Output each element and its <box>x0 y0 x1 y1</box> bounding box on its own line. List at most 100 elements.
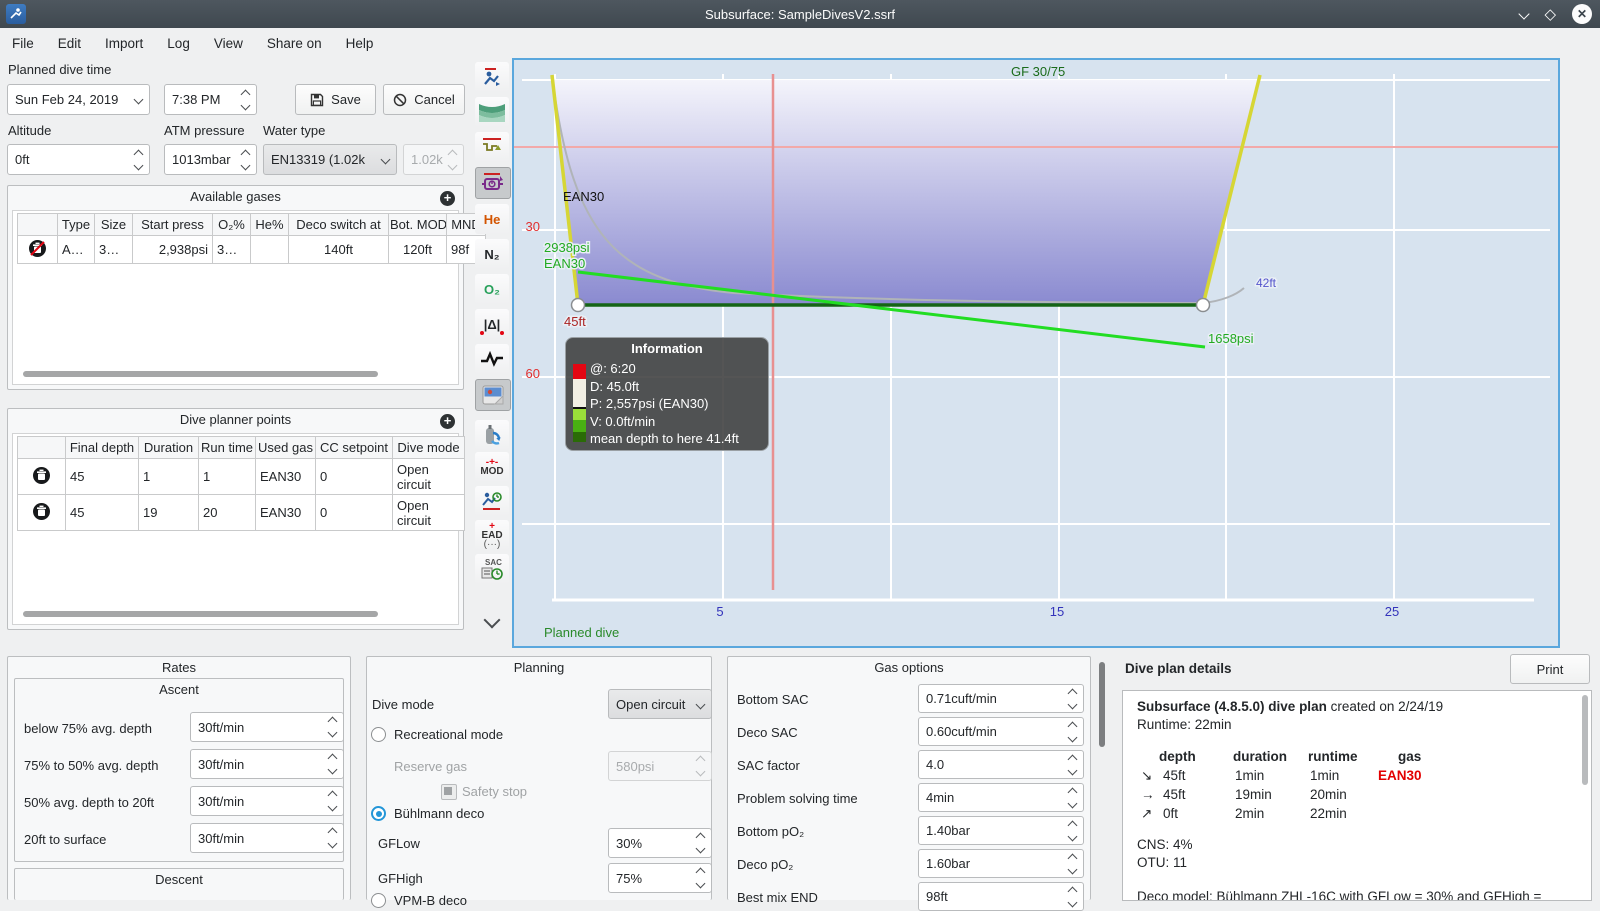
water-salinity-button[interactable] <box>475 97 509 127</box>
bottom-panel-scrollbar[interactable] <box>1099 662 1105 747</box>
delete-point-button[interactable] <box>17 494 66 531</box>
profile-handle[interactable] <box>1195 297 1211 313</box>
toolbar-scroll-down-button[interactable] <box>475 605 509 635</box>
points-horizontal-scrollbar[interactable] <box>23 611 378 617</box>
close-icon[interactable]: ✕ <box>1572 4 1592 24</box>
altitude-value: 0ft <box>15 152 30 167</box>
final-depth-cell[interactable]: 45 <box>65 458 139 495</box>
altitude-stepper[interactable]: 0ft <box>7 144 150 175</box>
menu-share-on[interactable]: Share on <box>255 36 334 51</box>
depth-tick-60: 60 <box>526 366 540 381</box>
dive-mode-select[interactable]: Open circuit <box>608 689 712 719</box>
ascent-rate-1-stepper[interactable]: 30ft/min <box>190 712 344 742</box>
run-time-cell[interactable]: 1 <box>198 458 256 495</box>
run-time-cell[interactable]: 20 <box>198 494 256 531</box>
ascent-rate-3-stepper[interactable]: 30ft/min <box>190 786 344 816</box>
safety-stop-checkbox <box>441 784 457 800</box>
gas-size-cell[interactable]: 3… <box>94 235 133 264</box>
mod-button[interactable]: -+- MOD <box>475 452 509 482</box>
menu-bar: File Edit Import Log View Share on Help <box>0 28 1600 58</box>
sac-factor-stepper[interactable]: 4.0 <box>918 750 1084 779</box>
o2-graph-button[interactable]: O₂ <box>475 274 509 304</box>
dive-mode-cell[interactable]: Open circuit <box>392 458 465 495</box>
time-stepper[interactable]: 7:38 PM <box>164 84 257 115</box>
deco-sac-stepper[interactable]: 0.60cuft/min <box>918 717 1084 746</box>
menu-help[interactable]: Help <box>334 36 386 51</box>
gas-bot-mod-cell[interactable]: 120ft <box>388 235 447 264</box>
cc-setpoint-cell[interactable]: 0 <box>315 458 393 495</box>
profile-settings-button[interactable] <box>475 62 509 92</box>
water-type-select[interactable]: EN13319 (1.02k <box>263 144 397 175</box>
chevron-down-icon <box>380 154 396 165</box>
heart-rate-button[interactable] <box>475 344 509 374</box>
delete-gas-button[interactable] <box>17 235 58 264</box>
menu-edit[interactable]: Edit <box>46 36 93 51</box>
point-row: 45 1 1 EAN30 0 Open circuit <box>17 458 465 495</box>
delete-point-button[interactable] <box>17 458 66 495</box>
menu-log[interactable]: Log <box>155 36 202 51</box>
minimize-icon[interactable] <box>1518 5 1531 23</box>
dive-duration-button[interactable] <box>475 486 509 516</box>
ascent-rate-4-stepper[interactable]: 30ft/min <box>190 823 344 853</box>
used-gas-cell[interactable]: EAN30 <box>255 494 316 531</box>
plan-depth: 45ft <box>1163 768 1186 783</box>
final-depth-cell[interactable]: 45 <box>65 494 139 531</box>
date-select[interactable]: Sun Feb 24, 2019 <box>7 84 150 115</box>
menu-view[interactable]: View <box>202 36 255 51</box>
cancel-icon <box>394 93 407 106</box>
recreational-mode-label: Recreational mode <box>394 727 504 742</box>
col-gas-delete <box>17 213 58 236</box>
duration-cell[interactable]: 1 <box>138 458 199 495</box>
vpmb-deco-radio[interactable] <box>371 893 386 908</box>
print-button[interactable]: Print <box>1510 654 1590 684</box>
gases-horizontal-scrollbar[interactable] <box>23 371 378 377</box>
cancel-button[interactable]: Cancel <box>383 84 465 115</box>
he-graph-button[interactable]: He <box>475 204 509 234</box>
gflow-stepper[interactable]: 30% <box>608 828 712 858</box>
add-point-button[interactable]: + <box>440 414 455 429</box>
profile-handle[interactable] <box>570 297 586 313</box>
gfhigh-stepper[interactable]: 75% <box>608 863 712 893</box>
atm-pressure-stepper[interactable]: 1013mbar <box>164 144 257 175</box>
salinity-stepper: 1.02k <box>403 144 464 175</box>
ead-button[interactable]: + EAD (···) <box>475 520 509 550</box>
gas-o2-cell[interactable]: 3… <box>212 235 251 264</box>
ceiling-button[interactable] <box>475 132 509 162</box>
cancel-label: Cancel <box>414 92 455 107</box>
add-gas-button[interactable]: + <box>440 191 455 206</box>
gas-he-cell[interactable] <box>250 235 289 264</box>
sac-button[interactable]: SAC <box>475 554 509 584</box>
problem-solving-time-stepper[interactable]: 4min <box>918 783 1084 812</box>
tank-bar-button[interactable] <box>475 167 511 199</box>
gas-change-button[interactable] <box>475 420 509 450</box>
descent-title: Descent <box>155 872 203 887</box>
ascent-rate-2-stepper[interactable]: 30ft/min <box>190 749 344 779</box>
ascent-title: Ascent <box>159 682 199 697</box>
col-duration: Duration <box>138 436 199 459</box>
gas-deco-switch-cell[interactable]: 140ft <box>288 235 389 264</box>
gas-type-cell[interactable]: A… <box>57 235 95 264</box>
buhlmann-deco-radio[interactable] <box>371 806 386 821</box>
gas-start-press-cell[interactable]: 2,938psi <box>132 235 213 264</box>
recreational-mode-radio[interactable] <box>371 727 386 742</box>
gf-label: GF 30/75 <box>1011 64 1065 79</box>
stepper-arrows-icon <box>327 827 343 849</box>
best-mix-end-stepper[interactable]: 98ft <box>918 882 1084 911</box>
dive-profile-chart[interactable]: GF 30/75 EAN30 30 60 2938psi EAN30 1658p… <box>512 58 1560 648</box>
tissue-delta-button[interactable]: |Δ| <box>475 309 509 339</box>
plan-details-scrollbar[interactable] <box>1582 695 1588 785</box>
maximize-icon[interactable]: ◇ <box>1544 7 1556 22</box>
save-button[interactable]: Save <box>295 84 376 115</box>
cc-setpoint-cell[interactable]: 0 <box>315 494 393 531</box>
bottom-sac-stepper[interactable]: 0.71cuft/min <box>918 684 1084 713</box>
n2-graph-button[interactable]: N₂ <box>475 239 509 269</box>
used-gas-cell[interactable]: EAN30 <box>255 458 316 495</box>
menu-file[interactable]: File <box>0 36 46 51</box>
deco-po2-stepper[interactable]: 1.60bar <box>918 849 1084 878</box>
photos-button[interactable] <box>475 379 511 411</box>
best-mix-end-label: Best mix END <box>737 890 818 905</box>
menu-import[interactable]: Import <box>93 36 155 51</box>
dive-mode-cell[interactable]: Open circuit <box>392 494 465 531</box>
bottom-po2-stepper[interactable]: 1.40bar <box>918 816 1084 845</box>
duration-cell[interactable]: 19 <box>138 494 199 531</box>
